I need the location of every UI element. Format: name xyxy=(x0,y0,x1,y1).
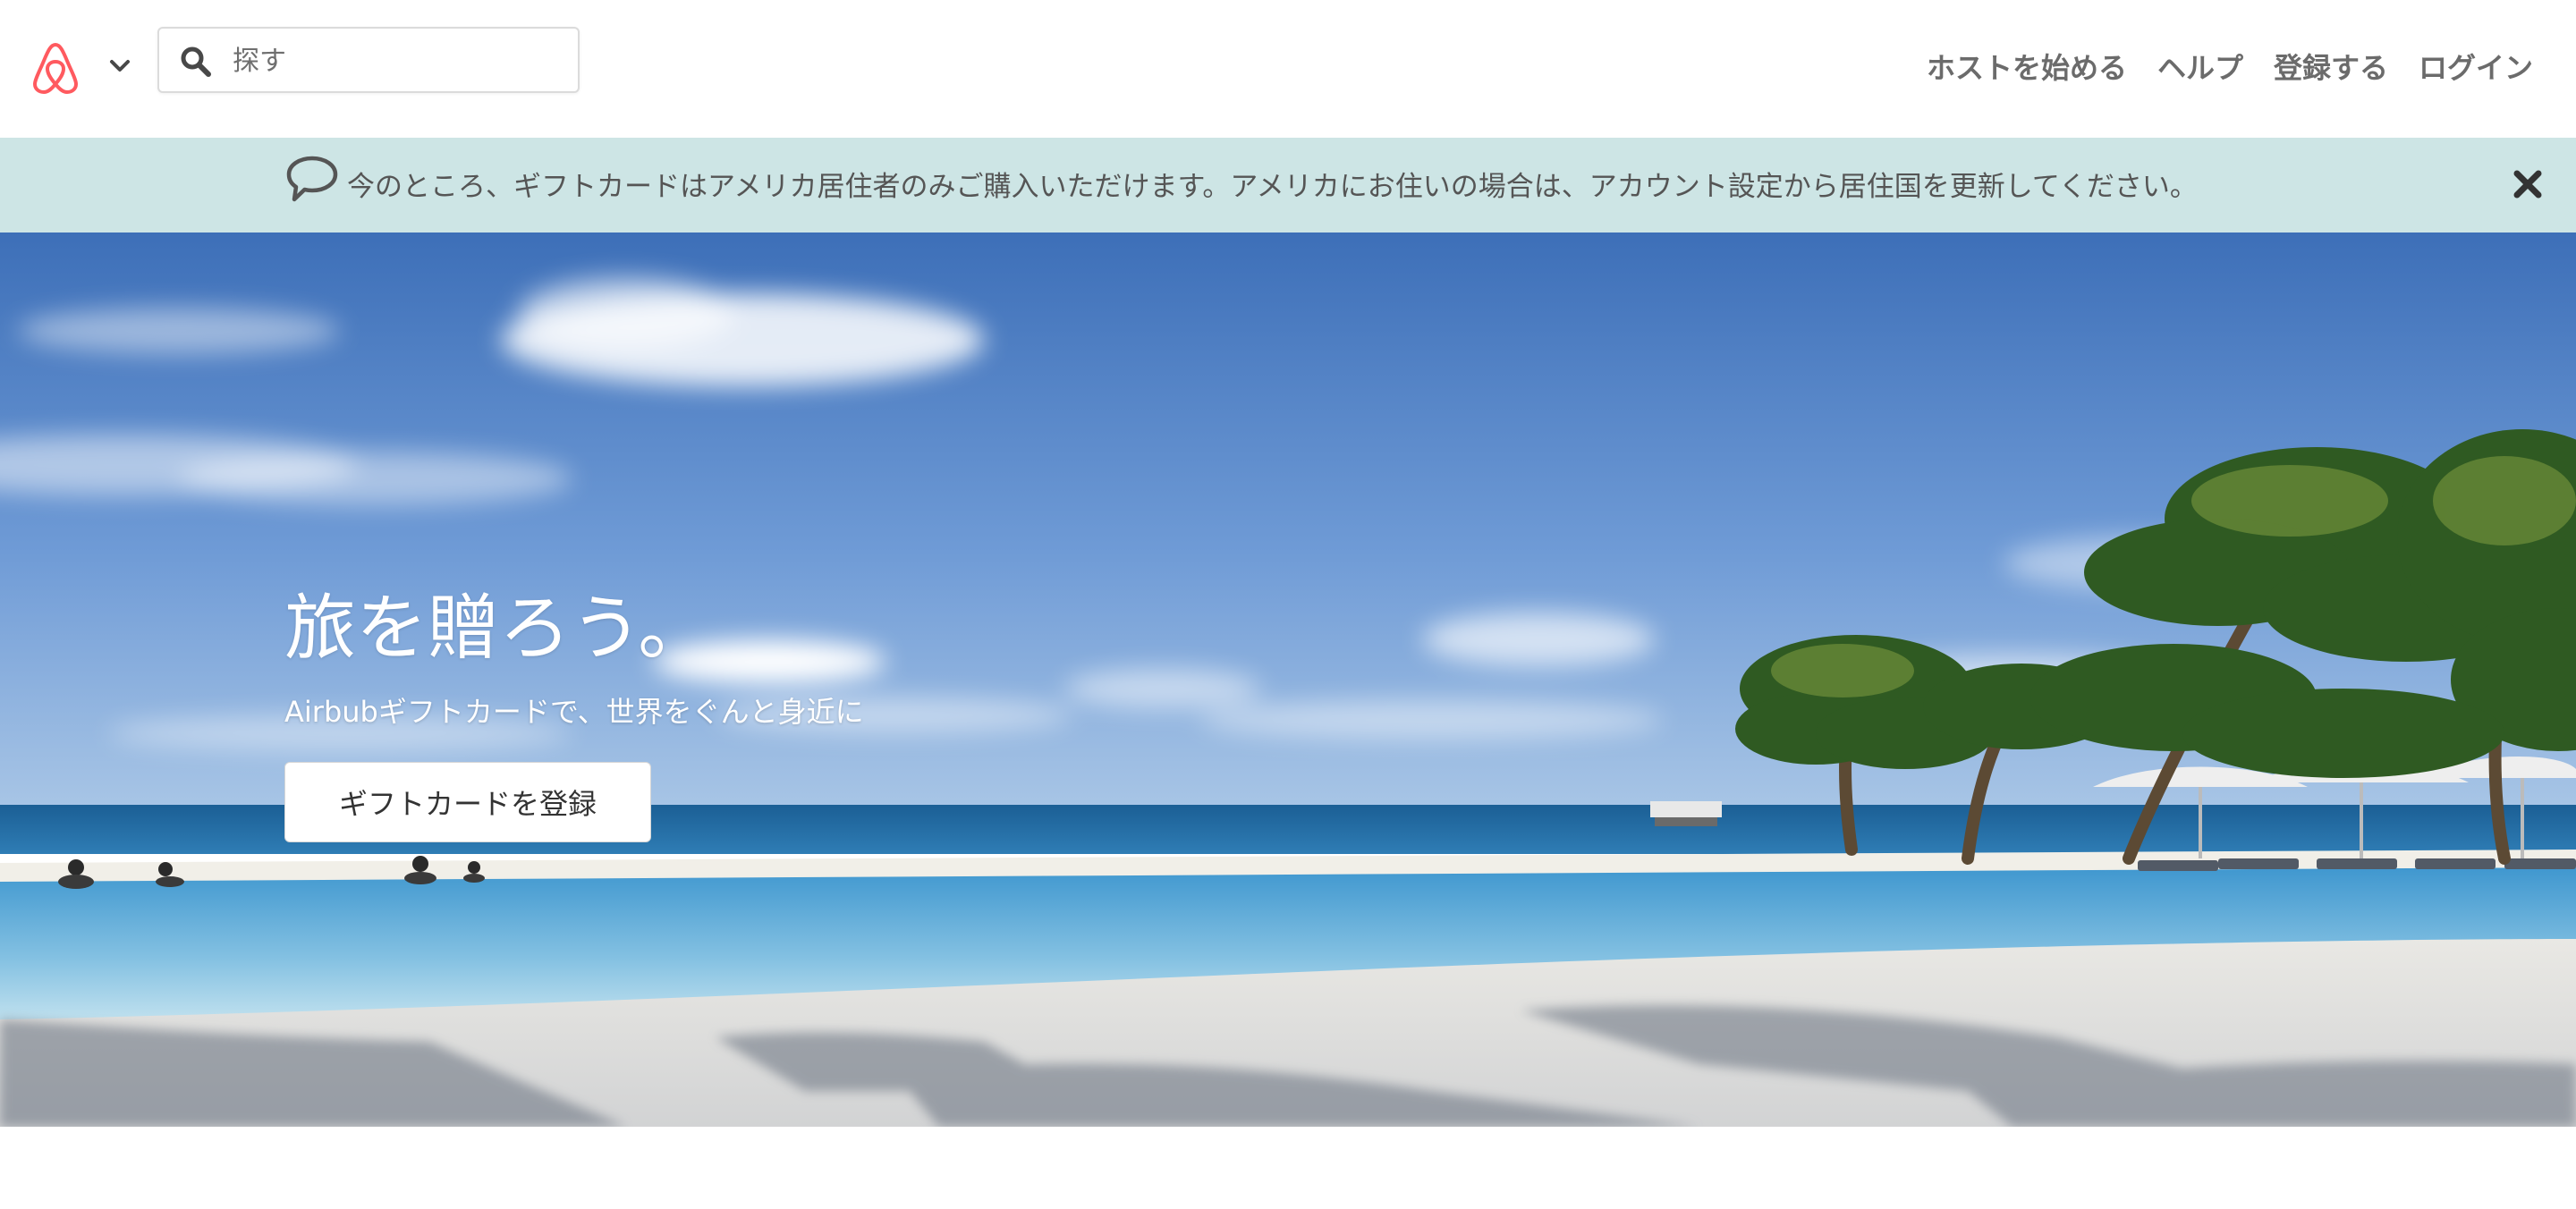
top-header: ホストを始める ヘルプ 登録する ログイン xyxy=(0,0,2576,138)
hero-banner: 旅を贈ろう。 Airbubギフトカードで、世界をぐんと身近に ギフトカードを登録 xyxy=(0,232,2576,1127)
speech-bubble-icon xyxy=(286,156,338,202)
nav-signup-link[interactable]: 登録する xyxy=(2274,45,2388,91)
redeem-gift-card-button[interactable]: ギフトカードを登録 xyxy=(284,762,651,842)
hero-title: 旅を贈ろう。 xyxy=(284,587,710,670)
main-nav: ホストを始める ヘルプ 登録する ログイン xyxy=(1927,45,2533,91)
nav-login-link[interactable]: ログイン xyxy=(2419,45,2533,91)
airbnb-logo-icon[interactable] xyxy=(27,39,84,97)
close-icon[interactable] xyxy=(2510,166,2546,202)
nav-host-link[interactable]: ホストを始める xyxy=(1927,45,2127,91)
search-icon xyxy=(181,46,211,77)
search-input[interactable] xyxy=(231,36,565,86)
nav-help-link[interactable]: ヘルプ xyxy=(2157,45,2243,91)
hero-subtitle: Airbubギフトカードで、世界をぐんと身近に xyxy=(284,695,864,729)
search-box[interactable] xyxy=(157,27,580,93)
gift-card-notice-banner: 今のところ、ギフトカードはアメリカ居住者のみご購入いただけます。アメリカにお住い… xyxy=(0,138,2576,232)
notice-message: 今のところ、ギフトカードはアメリカ居住者のみご購入いただけます。アメリカにお住い… xyxy=(347,171,2198,203)
hero-background-image xyxy=(0,232,2576,1127)
chevron-down-icon[interactable] xyxy=(107,56,132,76)
